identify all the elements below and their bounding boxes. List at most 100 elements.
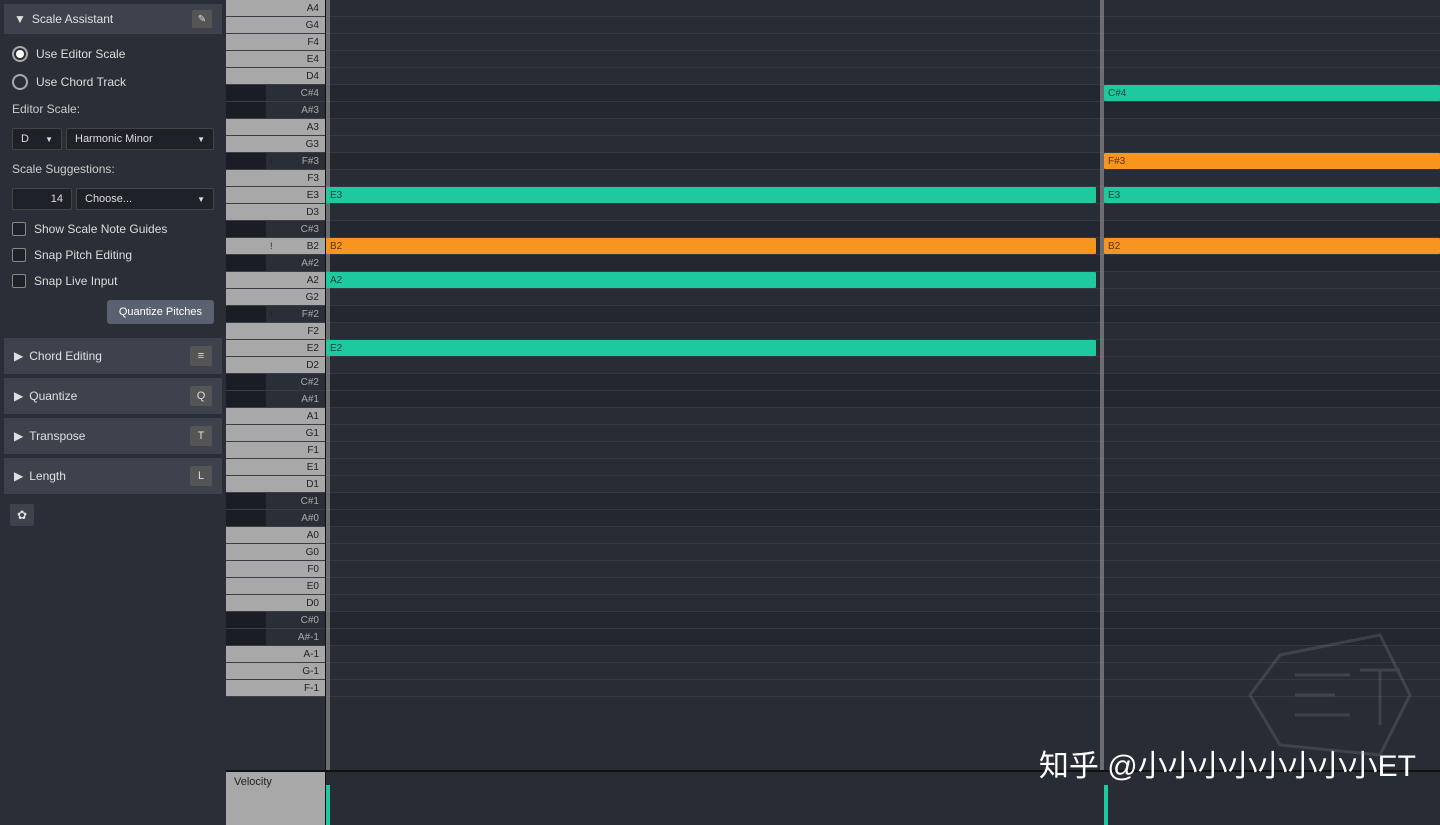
- piano-key-D4[interactable]: D4: [226, 68, 325, 85]
- piano-key-A4[interactable]: A4: [226, 0, 325, 17]
- piano-key-C#1[interactable]: C#1: [226, 493, 325, 510]
- quantize-pitches-button[interactable]: Quantize Pitches: [107, 300, 214, 324]
- velocity-lanes[interactable]: [326, 772, 1440, 825]
- radio-use-editor-scale[interactable]: Use Editor Scale: [12, 46, 214, 62]
- radio-use-chord-track[interactable]: Use Chord Track: [12, 74, 214, 90]
- grid-row: [326, 442, 1440, 459]
- suggestions-count[interactable]: 14: [12, 188, 72, 210]
- check-snap-live[interactable]: Snap Live Input: [12, 274, 214, 288]
- piano-key-F#2[interactable]: F#2: [226, 306, 325, 323]
- piano-key-A2[interactable]: A2: [226, 272, 325, 289]
- piano-key-E2[interactable]: E2: [226, 340, 325, 357]
- velocity-bar[interactable]: [1104, 785, 1108, 825]
- piano-key-G2[interactable]: G2: [226, 289, 325, 306]
- piano-key-A#1[interactable]: A#1: [226, 391, 325, 408]
- midi-note-E3[interactable]: E3: [1104, 187, 1440, 203]
- piano-key-F#3[interactable]: F#3: [226, 153, 325, 170]
- suggestions-choose-dropdown[interactable]: Choose...▼: [76, 188, 214, 210]
- radio-icon: [12, 74, 28, 90]
- grid-row: [326, 170, 1440, 187]
- playhead[interactable]: [326, 0, 330, 770]
- length-section[interactable]: ▶Length L: [4, 458, 222, 494]
- piano-key-G1[interactable]: G1: [226, 425, 325, 442]
- grid-row: [326, 578, 1440, 595]
- grid-row: [326, 425, 1440, 442]
- piano-key-D0[interactable]: D0: [226, 595, 325, 612]
- scale-type-dropdown[interactable]: Harmonic Minor▼: [66, 128, 214, 150]
- piano-key-A#-1[interactable]: A#-1: [226, 629, 325, 646]
- piano-key-D1[interactable]: D1: [226, 476, 325, 493]
- piano-key-G3[interactable]: G3: [226, 136, 325, 153]
- playhead[interactable]: [1100, 0, 1104, 770]
- piano-key-G-1[interactable]: G-1: [226, 663, 325, 680]
- gear-icon[interactable]: ✿: [10, 504, 34, 526]
- scale-assistant-body: Use Editor Scale Use Chord Track Editor …: [4, 36, 222, 334]
- midi-note-B2[interactable]: B2: [326, 238, 1096, 254]
- piano-key-F-1[interactable]: F-1: [226, 680, 325, 697]
- grid-row: [326, 374, 1440, 391]
- note-grid[interactable]: C#4 F#3 E3 E3 B2 B2 A2 E2: [326, 0, 1440, 770]
- piano-key-A#3[interactable]: A#3: [226, 102, 325, 119]
- piano-key-C#4[interactable]: C#4: [226, 85, 325, 102]
- piano-key-D2[interactable]: D2: [226, 357, 325, 374]
- grid-row: [326, 204, 1440, 221]
- editor-scale-label: Editor Scale:: [12, 102, 214, 116]
- piano-key-G4[interactable]: G4: [226, 17, 325, 34]
- chord-editing-section[interactable]: ▶Chord Editing ≡: [4, 338, 222, 374]
- piano-key-F1[interactable]: F1: [226, 442, 325, 459]
- piano-key-F4[interactable]: F4: [226, 34, 325, 51]
- piano-key-C#0[interactable]: C#0: [226, 612, 325, 629]
- grid-row: [326, 221, 1440, 238]
- piano-key-A-1[interactable]: A-1: [226, 646, 325, 663]
- inspector-sidebar: ▼Scale Assistant ✎ Use Editor Scale Use …: [0, 0, 226, 825]
- piano-key-C#2[interactable]: C#2: [226, 374, 325, 391]
- transpose-badge: T: [190, 426, 212, 446]
- piano-key-A3[interactable]: A3: [226, 119, 325, 136]
- grid-row: [326, 493, 1440, 510]
- scale-assistant-header[interactable]: ▼Scale Assistant ✎: [4, 4, 222, 34]
- grid-row: [326, 629, 1440, 646]
- piano-key-A#0[interactable]: A#0: [226, 510, 325, 527]
- chevron-down-icon: ▼: [197, 135, 205, 144]
- piano-key-E0[interactable]: E0: [226, 578, 325, 595]
- midi-note-E2[interactable]: E2: [326, 340, 1096, 356]
- grid-row: [326, 323, 1440, 340]
- grid-row: [326, 646, 1440, 663]
- piano-key-F2[interactable]: F2: [226, 323, 325, 340]
- velocity-bar[interactable]: [326, 785, 330, 825]
- check-snap-pitch[interactable]: Snap Pitch Editing: [12, 248, 214, 262]
- piano-key-G0[interactable]: G0: [226, 544, 325, 561]
- piano-key-F0[interactable]: F0: [226, 561, 325, 578]
- grid-row: [326, 459, 1440, 476]
- transpose-section[interactable]: ▶Transpose T: [4, 418, 222, 454]
- chevron-down-icon: ▼: [14, 12, 26, 26]
- radio-icon: [12, 46, 28, 62]
- midi-note-B2[interactable]: B2: [1104, 238, 1440, 254]
- piano-key-D3[interactable]: D3: [226, 204, 325, 221]
- check-show-guides[interactable]: Show Scale Note Guides: [12, 222, 214, 236]
- piano-key-C#3[interactable]: C#3: [226, 221, 325, 238]
- edit-icon[interactable]: ✎: [192, 10, 212, 28]
- radio-editor-label: Use Editor Scale: [36, 47, 125, 61]
- piano-key-A#2[interactable]: A#2: [226, 255, 325, 272]
- suggestions-label: Scale Suggestions:: [12, 162, 214, 176]
- piano-key-A1[interactable]: A1: [226, 408, 325, 425]
- piano-key-E1[interactable]: E1: [226, 459, 325, 476]
- piano-key-E4[interactable]: E4: [226, 51, 325, 68]
- transpose-label: Transpose: [29, 429, 85, 443]
- check-guides-label: Show Scale Note Guides: [34, 222, 167, 236]
- midi-note-E3[interactable]: E3: [326, 187, 1096, 203]
- piano-key-A0[interactable]: A0: [226, 527, 325, 544]
- checkbox-icon: [12, 222, 26, 236]
- quantize-section[interactable]: ▶Quantize Q: [4, 378, 222, 414]
- midi-note-A2[interactable]: A2: [326, 272, 1096, 288]
- piano-key-F3[interactable]: F3: [226, 170, 325, 187]
- length-badge: L: [190, 466, 212, 486]
- chevron-right-icon: ▶: [14, 469, 23, 483]
- midi-note-C#4[interactable]: C#4: [1104, 85, 1440, 101]
- midi-note-F#3[interactable]: F#3: [1104, 153, 1440, 169]
- piano-key-B2[interactable]: B2: [226, 238, 325, 255]
- velocity-label: Velocity: [226, 772, 326, 825]
- piano-key-E3[interactable]: E3: [226, 187, 325, 204]
- root-note-dropdown[interactable]: D▼: [12, 128, 62, 150]
